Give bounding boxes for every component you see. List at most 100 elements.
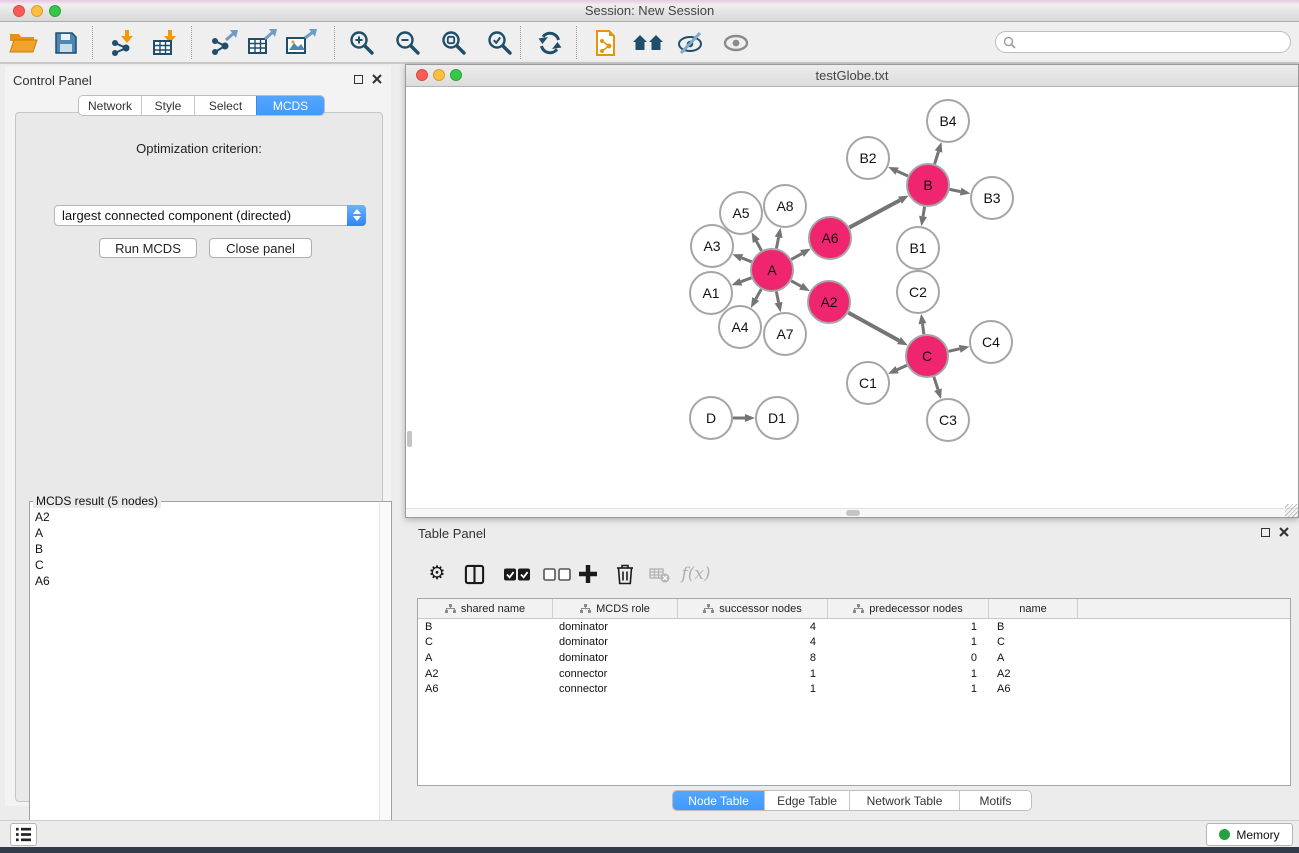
graph-edge-B-B4[interactable]: [935, 152, 939, 165]
memory-button[interactable]: Memory: [1206, 823, 1293, 846]
import-table-button[interactable]: [149, 27, 183, 59]
table-cell[interactable]: C: [418, 636, 553, 648]
table-cell[interactable]: A2: [989, 668, 1078, 680]
function-builder-button[interactable]: f(x): [680, 560, 712, 588]
run-mcds-button[interactable]: Run MCDS: [99, 238, 197, 258]
tab-mcds[interactable]: MCDS: [256, 96, 324, 115]
graph-node-B4[interactable]: B4: [927, 100, 969, 142]
show-columns-button[interactable]: [461, 560, 487, 588]
graph-node-A4[interactable]: A4: [719, 306, 761, 348]
table-cell[interactable]: A: [418, 652, 553, 664]
graph-edge-A-A2[interactable]: [791, 281, 801, 287]
network-close-icon[interactable]: [416, 69, 428, 81]
graph-edge-A2-C[interactable]: [848, 313, 899, 341]
graph-node-B1[interactable]: B1: [897, 227, 939, 269]
horizontal-scrollbar-thumb[interactable]: [846, 510, 860, 516]
graph-edge-A6-B[interactable]: [849, 200, 900, 227]
table-cell[interactable]: 1: [828, 636, 989, 648]
table-cell[interactable]: A: [989, 652, 1078, 664]
tab-style[interactable]: Style: [141, 96, 194, 115]
graph-edge-C-C2[interactable]: [923, 324, 924, 335]
graph-node-A5[interactable]: A5: [720, 192, 762, 234]
table-cell[interactable]: 1: [678, 683, 828, 695]
mcds-result-item[interactable]: C: [32, 557, 377, 573]
column-header-successor-nodes[interactable]: successor nodes: [678, 599, 828, 619]
table-row[interactable]: A6connector11A6: [418, 681, 1290, 697]
zoom-in-button[interactable]: [345, 27, 379, 59]
horizontal-scrollbar[interactable]: [406, 508, 1298, 517]
float-table-panel-icon[interactable]: [1261, 528, 1270, 537]
close-panel-icon[interactable]: [372, 74, 382, 84]
network-canvas[interactable]: B4B2BB3A8A5A6A3B1AA1C2A2A4A7C4CC1C3DD1: [406, 87, 1298, 517]
graph-node-A1[interactable]: A1: [690, 272, 732, 314]
export-image-button[interactable]: [284, 27, 318, 59]
first-neighbors-button[interactable]: [631, 27, 665, 59]
minimize-window-icon[interactable]: [31, 5, 43, 17]
deselect-all-button[interactable]: [541, 560, 573, 588]
table-cell[interactable]: 4: [678, 636, 828, 648]
graph-edge-A-A6[interactable]: [791, 254, 802, 260]
graph-node-A8[interactable]: A8: [764, 185, 806, 227]
graph-edge-A-A3[interactable]: [742, 258, 752, 262]
refresh-button[interactable]: [533, 27, 567, 59]
close-window-icon[interactable]: [13, 5, 25, 17]
graph-edge-B-B1[interactable]: [923, 207, 925, 217]
graph-node-C1[interactable]: C1: [847, 362, 889, 404]
resize-grip-icon[interactable]: [1285, 504, 1298, 517]
tab-node-table[interactable]: Node Table: [673, 791, 764, 810]
table-cell[interactable]: 4: [678, 621, 828, 633]
graph-edge-A-A5[interactable]: [756, 241, 761, 251]
search-input[interactable]: [1020, 33, 1270, 51]
table-cell[interactable]: dominator: [553, 652, 678, 664]
graph-edge-A-A1[interactable]: [741, 278, 752, 282]
table-cell[interactable]: C: [989, 636, 1078, 648]
delete-row-button[interactable]: [613, 560, 637, 588]
export-network-button[interactable]: [207, 27, 241, 59]
graph-node-A2[interactable]: A2: [808, 281, 850, 323]
show-all-button[interactable]: [719, 27, 753, 59]
close-panel-button[interactable]: Close panel: [209, 238, 312, 258]
zoom-fit-button[interactable]: [437, 27, 471, 59]
graph-node-C3[interactable]: C3: [927, 399, 969, 441]
column-header-MCDS-role[interactable]: MCDS role: [553, 599, 678, 619]
table-settings-button[interactable]: ⚙: [425, 560, 449, 588]
table-row[interactable]: Cdominator41C: [418, 635, 1290, 651]
table-cell[interactable]: 1: [828, 683, 989, 695]
graph-node-B2[interactable]: B2: [847, 137, 889, 179]
column-header-predecessor-nodes[interactable]: predecessor nodes: [828, 599, 989, 619]
network-maximize-icon[interactable]: [450, 69, 462, 81]
table-cell[interactable]: 1: [828, 668, 989, 680]
table-cell[interactable]: 1: [828, 621, 989, 633]
graph-node-D1[interactable]: D1: [756, 397, 798, 439]
table-cell[interactable]: A6: [989, 683, 1078, 695]
graph-node-A7[interactable]: A7: [764, 313, 806, 355]
network-minimize-icon[interactable]: [433, 69, 445, 81]
table-cell[interactable]: A2: [418, 668, 553, 680]
table-cell[interactable]: connector: [553, 683, 678, 695]
graph-node-D[interactable]: D: [690, 397, 732, 439]
zoom-selected-button[interactable]: [483, 27, 517, 59]
table-cell[interactable]: dominator: [553, 636, 678, 648]
table-row[interactable]: Adominator80A: [418, 650, 1290, 666]
table-row[interactable]: A2connector11A2: [418, 666, 1290, 682]
table-cell[interactable]: 8: [678, 652, 828, 664]
graph-node-A6[interactable]: A6: [809, 217, 851, 259]
vertical-scrollbar-thumb[interactable]: [407, 431, 412, 447]
select-all-button[interactable]: [502, 560, 532, 588]
graph-edge-A-A7[interactable]: [776, 292, 778, 303]
zoom-out-button[interactable]: [391, 27, 425, 59]
graph-node-A[interactable]: A: [751, 249, 793, 291]
criterion-dropdown[interactable]: largest connected component (directed): [54, 205, 366, 226]
graph-node-C2[interactable]: C2: [897, 271, 939, 313]
import-network-button[interactable]: [107, 27, 141, 59]
graph-edge-B-B2[interactable]: [897, 171, 908, 176]
graph-edge-B-B3[interactable]: [950, 189, 961, 191]
hide-selected-button[interactable]: [673, 27, 707, 59]
table-cell[interactable]: connector: [553, 668, 678, 680]
tab-network[interactable]: Network: [79, 96, 141, 115]
column-header-name[interactable]: name: [989, 599, 1078, 619]
maximize-window-icon[interactable]: [49, 5, 61, 17]
table-cell[interactable]: 1: [678, 668, 828, 680]
search-box[interactable]: [995, 31, 1291, 53]
table-cell[interactable]: B: [418, 621, 553, 633]
